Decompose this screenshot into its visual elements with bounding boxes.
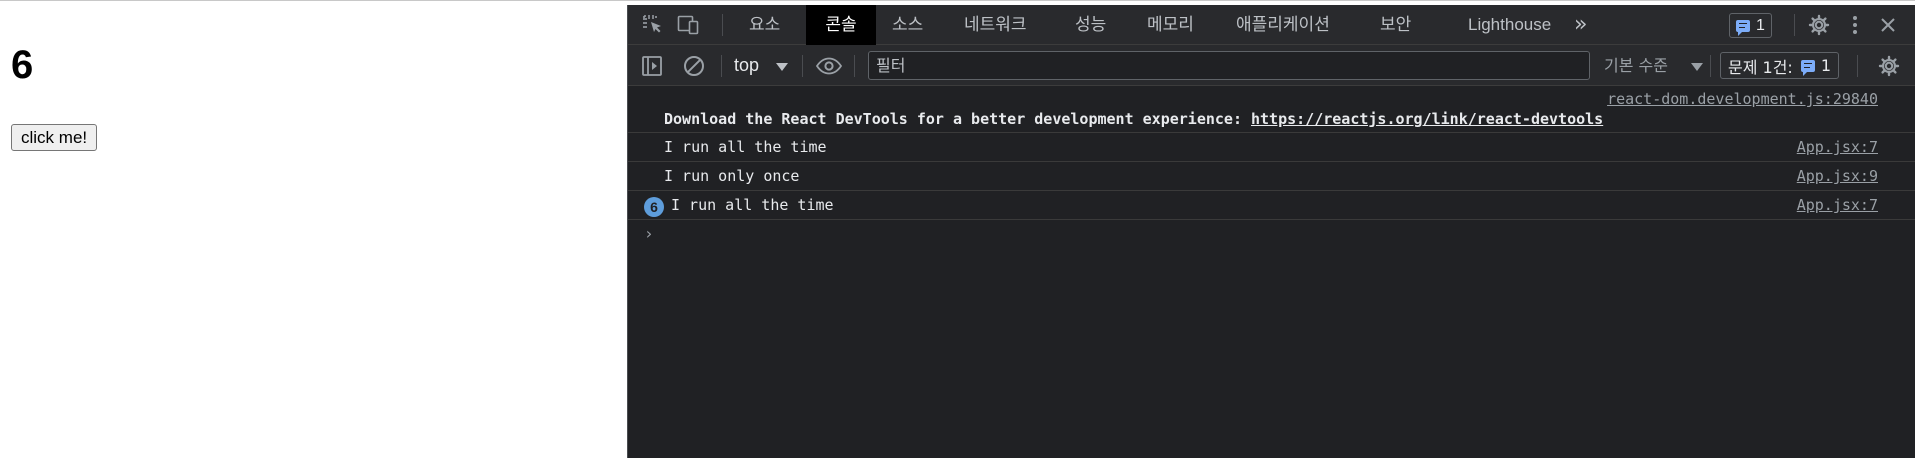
clear-console-icon[interactable] [682,45,706,86]
toolbar-separator [1857,55,1858,77]
tab-elements[interactable]: 요소 [735,5,794,45]
issues-button[interactable]: 문제 1건: 1 [1720,52,1840,79]
message-source-link[interactable]: App.jsx:7 [1797,196,1878,214]
close-icon[interactable] [1876,5,1900,45]
message-text: I run all the time [671,196,834,214]
counter-heading: 6 [11,43,34,87]
more-menu-icon[interactable] [1846,5,1864,45]
message-icon [1800,59,1815,76]
messages-count: 1 [1756,16,1765,34]
console-message: react-dom.development.js:29840 Download … [628,87,1915,133]
console-message: I run only once App.jsx:9 [628,162,1915,191]
chevron-right-icon: › [644,224,654,243]
toolbar-separator [721,55,722,77]
device-toolbar-icon[interactable] [676,5,702,45]
message-text: I run all the time [664,138,827,156]
issues-count: 1 [1820,56,1832,75]
eye-icon[interactable] [815,45,843,86]
message-source-link[interactable]: App.jsx:9 [1797,167,1878,185]
console-message: I run all the time App.jsx:7 [628,133,1915,162]
log-levels-dropdown[interactable]: 기본 수준 [1604,45,1668,86]
chevron-down-icon [776,63,788,71]
message-text: Download the React DevTools for a better… [664,110,1603,128]
console-output: react-dom.development.js:29840 Download … [628,87,1915,249]
filter-input[interactable] [868,51,1590,80]
message-text-bold: Download the React DevTools for a better… [664,110,1251,128]
more-tabs-button[interactable]: » [1570,5,1591,45]
tabbar-separator [1794,14,1795,36]
tab-sources[interactable]: 소스 [878,5,937,45]
sidebar-toggle-icon[interactable] [640,45,664,86]
message-source-link[interactable]: react-dom.development.js:29840 [1607,90,1878,108]
issues-label: 문제 1건: [1728,57,1793,77]
tabbar-separator [722,14,723,36]
chevron-down-icon [1691,63,1703,71]
app-page: 6 click me! [0,5,627,458]
click-me-button[interactable]: click me! [11,124,98,151]
toolbar-separator [802,55,803,77]
repeat-count-badge: 6 [644,197,664,217]
context-selector[interactable]: top [734,45,759,86]
message-source-link[interactable]: App.jsx:7 [1797,138,1878,156]
tab-lighthouse[interactable]: Lighthouse [1454,5,1565,45]
message-icon [1736,19,1750,36]
devtools-tabbar: 요소 콘솔 소스 네트워크 성능 메모리 애플리케이션 보안 Lighthous… [628,5,1915,45]
message-text: I run only once [664,167,800,185]
toolbar-separator [854,55,855,77]
inspect-element-icon[interactable] [640,5,666,45]
console-settings-gear-icon[interactable] [1876,45,1902,86]
tab-security[interactable]: 보안 [1366,5,1425,45]
tab-memory[interactable]: 메모리 [1133,5,1208,45]
console-prompt-row[interactable]: › [628,220,1915,249]
tab-network[interactable]: 네트워크 [950,5,1041,45]
devtools-panel: 요소 콘솔 소스 네트워크 성능 메모리 애플리케이션 보안 Lighthous… [627,5,1915,458]
tab-application[interactable]: 애플리케이션 [1222,5,1344,45]
console-message: 6 I run all the time App.jsx:7 [628,191,1915,220]
tab-performance[interactable]: 성능 [1061,5,1120,45]
tab-console[interactable]: 콘솔 [806,5,876,45]
console-toolbar: top 기본 수준 문제 1건: 1 [628,45,1915,86]
toolbar-separator [1710,55,1711,77]
react-devtools-link[interactable]: https://reactjs.org/link/react-devtools [1251,110,1603,128]
messages-badge[interactable]: 1 [1729,13,1772,38]
settings-gear-icon[interactable] [1806,5,1832,45]
